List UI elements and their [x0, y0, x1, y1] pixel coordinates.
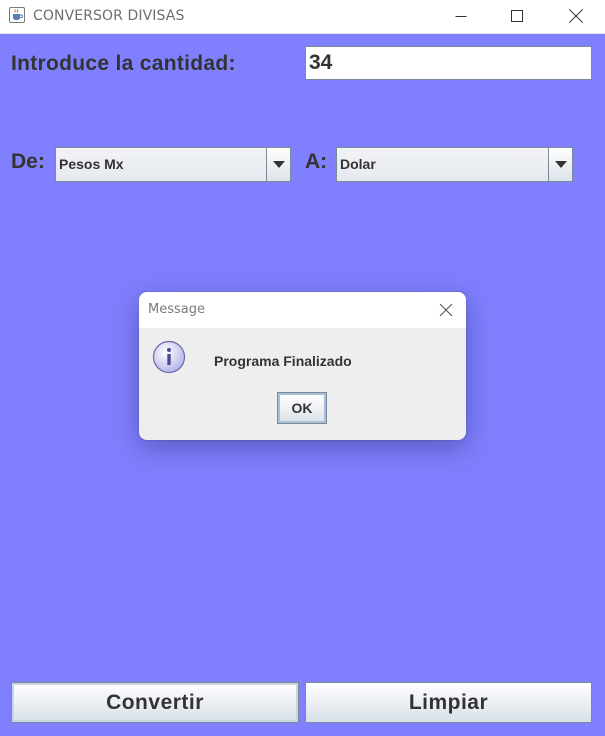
to-dropdown-button[interactable]: [548, 148, 572, 181]
to-currency-value: Dolar: [340, 156, 376, 172]
close-icon: [569, 9, 583, 23]
from-currency-select[interactable]: Pesos Mx: [55, 147, 291, 182]
minimize-button[interactable]: [438, 0, 484, 32]
app-window: CONVERSOR DIVISAS Introduce la cantidad:…: [0, 0, 605, 736]
convert-button[interactable]: Convertir: [11, 682, 299, 723]
amount-input[interactable]: [305, 46, 592, 80]
ok-button[interactable]: OK: [277, 392, 327, 424]
dropdown-arrow-icon: [272, 161, 285, 168]
close-button[interactable]: [553, 0, 599, 32]
from-currency-label: De:: [11, 150, 45, 173]
dropdown-arrow-icon: [554, 161, 567, 168]
amount-label: Introduce la cantidad:: [11, 52, 236, 75]
information-icon: [152, 340, 186, 374]
from-dropdown-button[interactable]: [266, 148, 290, 181]
message-dialog: Message Programa Finalizado OK: [139, 292, 466, 440]
to-currency-select[interactable]: Dolar: [336, 147, 573, 182]
dialog-title-bar[interactable]: Message: [139, 292, 466, 328]
maximize-icon: [511, 10, 523, 22]
title-bar[interactable]: CONVERSOR DIVISAS: [0, 0, 605, 34]
clear-button[interactable]: Limpiar: [305, 682, 592, 723]
from-currency-value: Pesos Mx: [59, 156, 124, 172]
dialog-title: Message: [148, 302, 205, 317]
dialog-close-icon[interactable]: [438, 302, 454, 318]
to-currency-label: A:: [305, 150, 328, 173]
maximize-button[interactable]: [494, 0, 540, 32]
minimize-icon: [455, 16, 467, 17]
dialog-message: Programa Finalizado: [214, 353, 352, 369]
window-title: CONVERSOR DIVISAS: [33, 8, 185, 24]
java-cup-icon: [9, 7, 25, 23]
